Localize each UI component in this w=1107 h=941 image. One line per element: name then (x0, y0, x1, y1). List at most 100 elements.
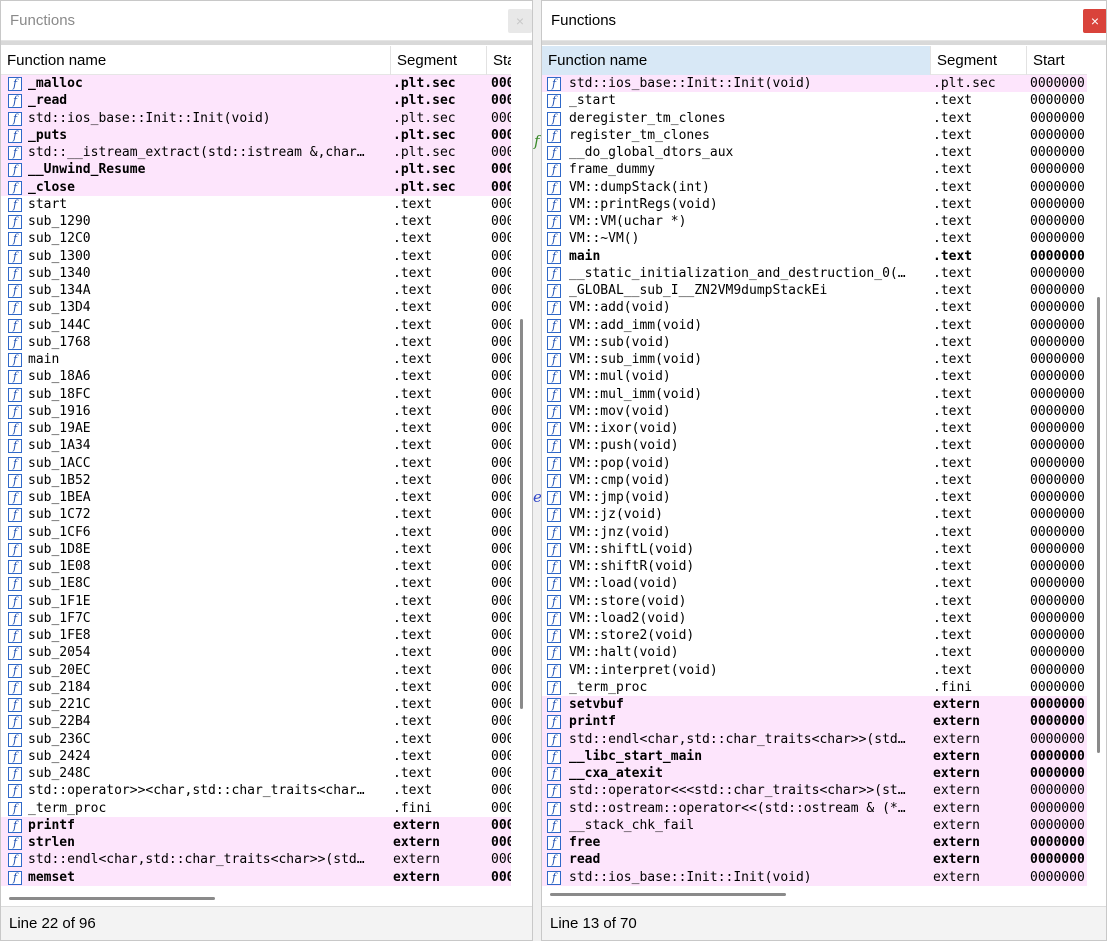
function-row[interactable]: f VM::store2(void) .text 0000000 (542, 627, 1087, 644)
function-row[interactable]: f __do_global_dtors_aux .text 0000000 (542, 144, 1087, 161)
function-row[interactable]: f sub_1CF6 .text 000 (1, 524, 511, 541)
function-row[interactable]: f sub_1D8E .text 000 (1, 541, 511, 558)
function-row[interactable]: f sub_12C0 .text 000 (1, 230, 511, 247)
function-row[interactable]: f sub_1768 .text 000 (1, 334, 511, 351)
column-header-start[interactable]: Sta (487, 46, 511, 75)
function-row[interactable]: f _puts .plt.sec 000 (1, 126, 511, 144)
function-row[interactable]: f sub_18A6 .text 000 (1, 368, 511, 385)
function-row[interactable]: f _start .text 0000000 (542, 92, 1087, 109)
function-row[interactable]: f VM::jz(void) .text 0000000 (542, 506, 1087, 523)
function-row[interactable]: f std::operator>><char,std::char_traits<c… (1, 782, 511, 799)
function-row[interactable]: f _malloc .plt.sec 000 (1, 75, 511, 93)
function-row[interactable]: f VM::load2(void) .text 0000000 (542, 610, 1087, 627)
function-row[interactable]: f VM::VM(uchar *) .text 0000000 (542, 213, 1087, 230)
function-row[interactable]: f VM::printRegs(void) .text 0000000 (542, 196, 1087, 213)
function-row[interactable]: fstrlen extern 000 (1, 834, 511, 852)
function-row[interactable]: f VM::push(void) .text 0000000 (542, 437, 1087, 454)
function-row[interactable]: f sub_236C .text 000 (1, 731, 511, 748)
function-row[interactable]: f sub_1340 .text 000 (1, 265, 511, 282)
column-header-segment[interactable]: Segment (391, 46, 487, 75)
function-row[interactable]: f printf extern 0000000 (542, 713, 1087, 731)
function-row[interactable]: f sub_1B52 .text 000 (1, 472, 511, 489)
function-row[interactable]: f sub_1F7C .text 000 (1, 610, 511, 627)
function-row[interactable]: f sub_18FC .text 000 (1, 386, 511, 403)
function-row[interactable]: f std::ios_base::Init::Init(void) .plt.sec… (1, 109, 511, 127)
function-row[interactable]: f register_tm_clones .text 0000000 (542, 127, 1087, 144)
function-row[interactable]: f setvbuf extern 0000000 (542, 696, 1087, 714)
function-row[interactable]: f VM::sub_imm(void) .text 0000000 (542, 351, 1087, 368)
function-row[interactable]: f sub_248C .text 000 (1, 765, 511, 782)
function-row[interactable]: fprintf extern 000 (1, 816, 511, 834)
function-row[interactable]: f frame_dummy .text 0000000 (542, 161, 1087, 178)
function-row[interactable]: f VM::sub(void) .text 0000000 (542, 334, 1087, 351)
column-header-function-name[interactable]: Function name (1, 46, 391, 75)
function-row[interactable]: f read extern 0000000 (542, 851, 1087, 869)
function-row[interactable]: f VM::~VM() .text 0000000 (542, 230, 1087, 247)
function-row[interactable]: f std::__istream_extract(std::istream &,c… (1, 144, 511, 162)
function-row[interactable]: f _term_proc .fini 000 (1, 800, 511, 817)
function-row[interactable]: f __stack_chk_fail extern 0000000 (542, 816, 1087, 834)
function-row[interactable]: f VM::store(void) .text 0000000 (542, 593, 1087, 610)
function-row[interactable]: f std::endl<char,std::char_traits<char>>(… (542, 730, 1087, 748)
vertical-scrollbar[interactable] (1097, 297, 1100, 753)
function-row[interactable]: f VM::cmp(void) .text 0000000 (542, 472, 1087, 489)
function-row[interactable]: f VM::add(void) .text 0000000 (542, 299, 1087, 316)
function-row[interactable]: f sub_134A .text 000 (1, 282, 511, 299)
function-row[interactable]: f std::endl<char,std::char_traits<char>>(… (1, 851, 511, 869)
column-header-segment[interactable]: Segment (931, 46, 1027, 75)
horizontal-scrollbar[interactable] (9, 897, 215, 900)
function-row[interactable]: f sub_1BEA .text 000 (1, 489, 511, 506)
function-row[interactable]: f VM::shiftR(void) .text 0000000 (542, 558, 1087, 575)
function-row[interactable]: f sub_221C .text 000 (1, 696, 511, 713)
function-row[interactable]: f VM::mov(void) .text 0000000 (542, 403, 1087, 420)
function-row[interactable]: fstart .text 000 (1, 196, 511, 213)
function-row[interactable]: f sub_1290 .text 000 (1, 213, 511, 230)
title-bar[interactable]: Functions × (1, 1, 532, 41)
function-row[interactable]: f sub_1E08 .text 000 (1, 558, 511, 575)
function-row[interactable]: f sub_1F1E .text 000 (1, 593, 511, 610)
function-row[interactable]: f sub_22B4 .text 000 (1, 713, 511, 730)
function-row[interactable]: f std::ios_base::Init::Init(void) .plt.sec… (542, 75, 1087, 93)
function-row[interactable]: f free extern 0000000 (542, 834, 1087, 852)
function-row[interactable]: f sub_1E8C .text 000 (1, 575, 511, 592)
function-row[interactable]: f std::ios_base::Init::Init(void) extern 00… (542, 868, 1087, 886)
function-row[interactable]: f VM::interpret(void) .text 0000000 (542, 662, 1087, 679)
function-row[interactable]: f sub_19AE .text 000 (1, 420, 511, 437)
function-row[interactable]: f _GLOBAL__sub_I__ZN2VM9dumpStackEi .text 0… (542, 282, 1087, 299)
function-row[interactable]: f sub_144C .text 000 (1, 317, 511, 334)
function-row[interactable]: f VM::dumpStack(int) .text 0000000 (542, 179, 1087, 196)
function-row[interactable]: f sub_2424 .text 000 (1, 748, 511, 765)
function-row[interactable]: f deregister_tm_clones .text 0000000 (542, 110, 1087, 127)
function-row[interactable]: f main .text 0000000 (542, 248, 1087, 265)
vertical-scrollbar[interactable] (520, 319, 523, 709)
function-row[interactable]: f sub_1300 .text 000 (1, 248, 511, 265)
function-row[interactable]: f sub_1A34 .text 000 (1, 437, 511, 454)
function-row[interactable]: f _close .plt.sec 000 (1, 178, 511, 196)
function-row[interactable]: f VM::mul(void) .text 0000000 (542, 368, 1087, 385)
function-row[interactable]: f sub_1C72 .text 000 (1, 506, 511, 523)
function-row[interactable]: f sub_2184 .text 000 (1, 679, 511, 696)
function-row[interactable]: f sub_1FE8 .text 000 (1, 627, 511, 644)
function-row[interactable]: f VM::shiftL(void) .text 0000000 (542, 541, 1087, 558)
function-row[interactable]: f __libc_start_main extern 0000000 (542, 747, 1087, 765)
function-row[interactable]: f VM::pop(void) .text 0000000 (542, 455, 1087, 472)
function-row[interactable]: f VM::add_imm(void) .text 0000000 (542, 317, 1087, 334)
function-row[interactable]: f VM::jnz(void) .text 0000000 (542, 524, 1087, 541)
function-row[interactable]: f sub_1ACC .text 000 (1, 455, 511, 472)
column-header-function-name[interactable]: Function name (542, 46, 931, 75)
function-row[interactable]: f _term_proc .fini 0000000 (542, 679, 1087, 696)
function-row[interactable]: f std::operator<<<std::char_traits<char>>… (542, 782, 1087, 800)
function-row[interactable]: f sub_2054 .text 000 (1, 644, 511, 661)
function-row[interactable]: f VM::halt(void) .text 0000000 (542, 644, 1087, 661)
close-button[interactable]: × (1083, 9, 1106, 33)
function-row[interactable]: f __Unwind_Resume .plt.sec 000 (1, 161, 511, 179)
function-row[interactable]: f VM::ixor(void) .text 0000000 (542, 420, 1087, 437)
title-bar[interactable]: Functions × (542, 1, 1106, 41)
function-row[interactable]: f std::ostream::operator<<(std::ostream &… (542, 799, 1087, 817)
function-row[interactable]: f VM::load(void) .text 0000000 (542, 575, 1087, 592)
column-header-start[interactable]: Start (1027, 46, 1087, 75)
function-row[interactable]: f VM::jmp(void) .text 0000000 (542, 489, 1087, 506)
function-row[interactable]: fmemset extern 000 (1, 868, 511, 886)
function-row[interactable]: f _read .plt.sec 000 (1, 92, 511, 110)
horizontal-scrollbar[interactable] (550, 893, 786, 896)
